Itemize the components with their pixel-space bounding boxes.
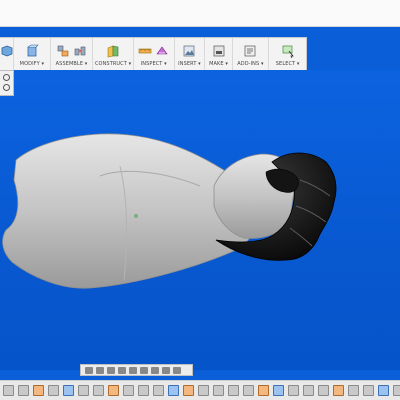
timeline-feature-icon[interactable] [363, 385, 374, 396]
eye-icon [3, 84, 10, 91]
add-ins-label: ADD-INS ▾ [237, 61, 264, 67]
measure-icon [138, 48, 152, 53]
timeline-feature-icon[interactable] [123, 385, 134, 396]
3d-print-icon [213, 45, 224, 56]
timeline-feature-icon[interactable] [333, 385, 344, 396]
timeline-feature-icon[interactable] [198, 385, 209, 396]
timeline-feature-icon[interactable] [258, 385, 269, 396]
create-sketch-icon [1, 45, 12, 56]
timeline-feature-icon[interactable] [48, 385, 59, 396]
insert-menu[interactable]: INSERT ▾ [175, 38, 206, 70]
look-at-icon[interactable] [96, 366, 104, 374]
select-menu[interactable]: SELECT ▾ [269, 38, 306, 70]
timeline-feature-icon[interactable] [228, 385, 239, 396]
eye-icon [3, 74, 10, 81]
joint-icon [74, 46, 86, 55]
timeline-feature-icon[interactable] [303, 385, 314, 396]
timeline-feature-icon[interactable] [63, 385, 74, 396]
timeline-feature-icon[interactable] [138, 385, 149, 396]
navigation-bar [80, 364, 193, 376]
timeline-feature-icon[interactable] [153, 385, 164, 396]
offset-plane-icon [107, 45, 119, 57]
select-label: SELECT ▾ [275, 61, 300, 67]
timeline-feature-icon[interactable] [18, 385, 29, 396]
timeline-feature-icon[interactable] [378, 385, 389, 396]
timeline-feature-icon[interactable] [288, 385, 299, 396]
attachment-point [134, 214, 138, 218]
timeline-feature-icon[interactable] [3, 385, 14, 396]
zoom-icon[interactable] [118, 366, 126, 374]
make-menu[interactable]: MAKE ▾ [205, 38, 233, 70]
viewports-icon[interactable] [162, 366, 170, 374]
assemble-label: ASSEMBLE ▾ [55, 61, 88, 67]
orbit-icon[interactable] [85, 366, 93, 374]
new-component-icon [57, 45, 69, 56]
browser-panel-toggle[interactable] [0, 70, 14, 96]
timeline-feature-icon[interactable] [168, 385, 179, 396]
modify-label: MODIFY ▾ [19, 61, 45, 67]
inspect-menu[interactable]: INSPECT ▾ [134, 38, 175, 70]
assemble-menu[interactable]: ASSEMBLE ▾ [51, 38, 94, 70]
insert-label: INSERT ▾ [178, 61, 201, 67]
timeline-feature-icon[interactable] [318, 385, 329, 396]
environment-icon[interactable] [173, 366, 181, 374]
design-timeline [0, 380, 400, 400]
design-toolbar: MODIFY ▾ ASSEMBLE ▾ CONSTRUCT ▾ INSPECT … [0, 37, 307, 71]
timeline-feature-icon[interactable] [393, 385, 400, 396]
timeline-feature-icon[interactable] [33, 385, 44, 396]
insert-image-icon [184, 45, 195, 56]
construct-label: CONSTRUCT ▾ [94, 61, 132, 67]
timeline-feature-icon[interactable] [78, 385, 89, 396]
timeline-feature-icon[interactable] [243, 385, 254, 396]
modify-menu[interactable]: MODIFY ▾ [14, 38, 51, 70]
timeline-feature-icon[interactable] [183, 385, 194, 396]
create-group-fragment[interactable] [0, 38, 14, 70]
fit-icon[interactable] [129, 366, 137, 374]
timeline-feature-icon[interactable] [273, 385, 284, 396]
pan-icon[interactable] [107, 366, 115, 374]
select-icon [282, 45, 294, 58]
add-ins-menu[interactable]: ADD-INS ▾ [233, 38, 270, 70]
arm-hand-model[interactable] [0, 70, 400, 370]
display-settings-icon[interactable] [140, 366, 148, 374]
scripts-add-ins-icon [245, 45, 256, 56]
timeline-feature-icon[interactable] [108, 385, 119, 396]
construct-menu[interactable]: CONSTRUCT ▾ [93, 38, 134, 70]
zebra-analysis-icon [156, 45, 168, 54]
application-title-bar [0, 0, 400, 27]
timeline-feature-icon[interactable] [93, 385, 104, 396]
grid-settings-icon[interactable] [151, 366, 159, 374]
timeline-feature-icon[interactable] [213, 385, 224, 396]
press-pull-icon [27, 44, 39, 56]
timeline-feature-icon[interactable] [348, 385, 359, 396]
make-label: MAKE ▾ [209, 61, 228, 67]
inspect-label: INSPECT ▾ [140, 61, 167, 67]
